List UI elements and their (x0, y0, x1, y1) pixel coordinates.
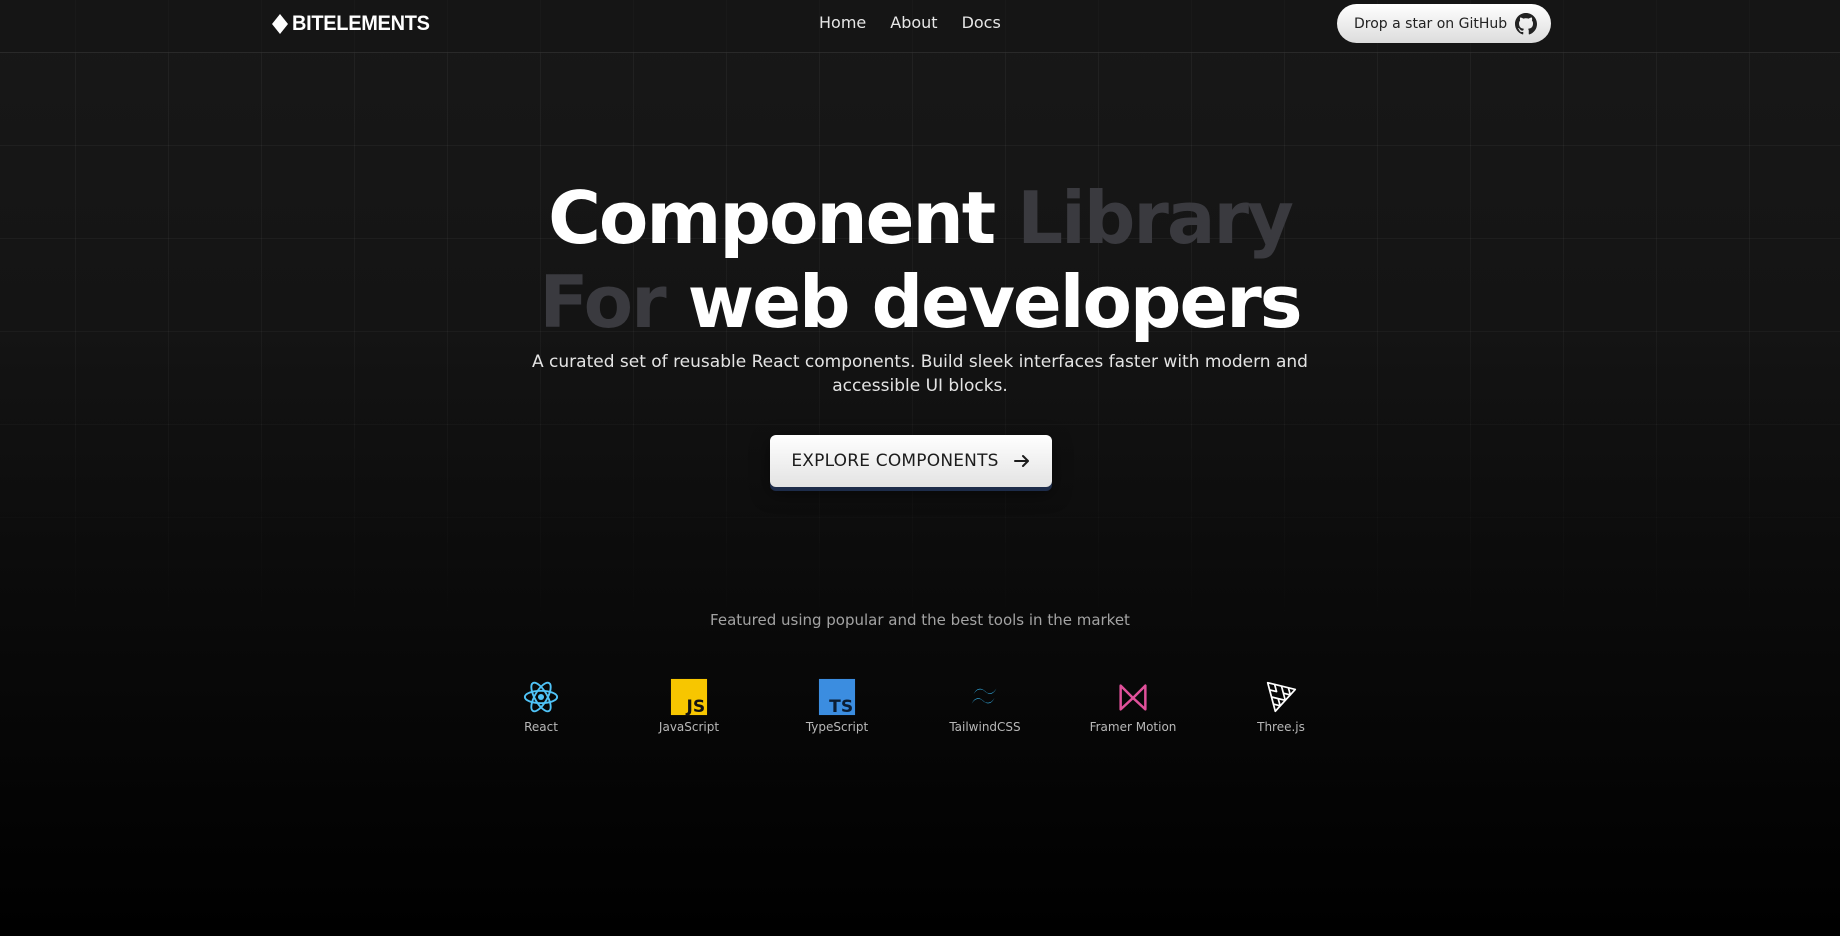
tool-framer-motion: Framer Motion (1078, 678, 1188, 734)
svg-text:JS: JS (685, 697, 705, 716)
hero-title: Component Library For web developers (0, 176, 1840, 344)
tool-label-threejs: Three.js (1257, 720, 1305, 734)
nav-home-link[interactable]: Home (819, 12, 866, 34)
tool-label-typescript: TypeScript (805, 720, 869, 734)
arrow-right-icon (1013, 455, 1029, 467)
framer-motion-icon (1119, 684, 1147, 711)
javascript-icon: JS (670, 678, 708, 716)
github-button-label: Drop a star on GitHub (1354, 15, 1508, 32)
logo-text: BITELEMENTS (292, 12, 430, 35)
tailwind-icon (971, 688, 997, 704)
explore-components-button[interactable]: EXPLORE COMPONENTS (770, 435, 1052, 487)
cta-label: EXPLORE COMPONENTS (791, 451, 999, 471)
tool-javascript: JS JavaScript (634, 678, 744, 734)
tools-row: React JS JavaScript TS TypeScript Tailwi… (0, 678, 1840, 738)
nav-links: Home About Docs (819, 12, 1001, 34)
hero-title-library: Library (1017, 176, 1294, 260)
featured-heading: Featured using popular and the best tool… (710, 611, 1130, 629)
hero-title-for: For (539, 260, 666, 344)
tool-label-react: React (524, 720, 558, 734)
github-star-button[interactable]: Drop a star on GitHub (1337, 4, 1551, 43)
github-icon (1515, 12, 1538, 34)
tool-threejs: Three.js (1226, 678, 1336, 734)
diamond-logo-icon (272, 14, 288, 34)
tool-label-tailwindcss: TailwindCSS (949, 720, 1021, 734)
hero-title-component: Component (548, 176, 996, 260)
nav-docs-link[interactable]: Docs (962, 12, 1001, 34)
page: BITELEMENTS Home About Docs Drop a star … (0, 0, 1840, 936)
react-icon (523, 681, 559, 713)
tool-typescript: TS TypeScript (782, 678, 892, 734)
nav-about-link[interactable]: About (890, 12, 937, 34)
svg-text:TS: TS (829, 697, 853, 716)
typescript-icon: TS (818, 678, 856, 716)
tool-label-framer-motion: Framer Motion (1089, 720, 1177, 734)
tool-tailwindcss: TailwindCSS (930, 678, 1040, 734)
tool-label-javascript: JavaScript (658, 720, 720, 734)
logo[interactable]: BITELEMENTS (271, 12, 437, 36)
hero-subtitle: A curated set of reusable React componen… (532, 352, 1308, 396)
tool-react: React (486, 678, 596, 734)
hero-title-web-developers: web developers (687, 260, 1303, 344)
navbar: BITELEMENTS Home About Docs Drop a star … (0, 0, 1840, 53)
threejs-icon (1266, 681, 1297, 713)
